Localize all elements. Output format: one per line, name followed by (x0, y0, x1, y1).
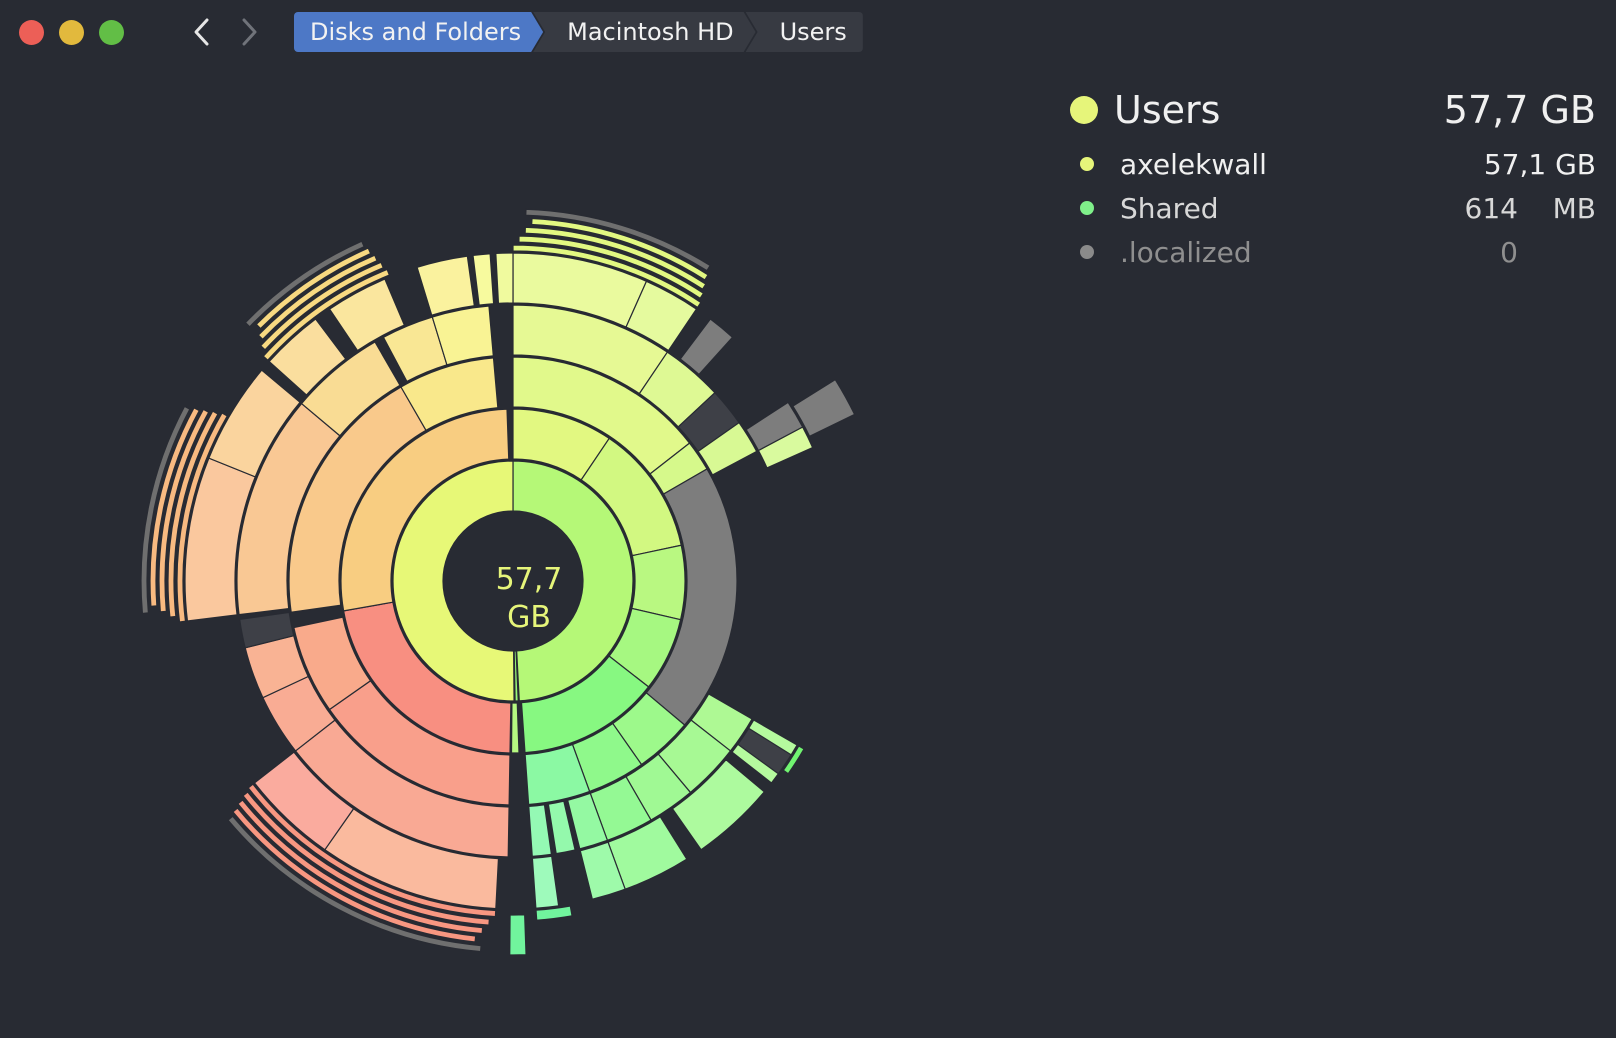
item-unit: MB (1552, 191, 1596, 225)
item-name: axelekwall (1120, 147, 1267, 181)
sunburst-sub-segment[interactable] (509, 914, 527, 956)
breadcrumb-disks-and-folders[interactable]: Disks and Folders (294, 12, 543, 52)
summary-size: 57,7 GB (1443, 88, 1596, 132)
item-size: 0 (1500, 235, 1518, 269)
disk-usage-sunburst[interactable] (0, 60, 900, 1020)
item-size: 614 (1464, 191, 1518, 225)
shared-color-dot (1080, 201, 1094, 215)
zoom-window-button[interactable] (99, 20, 124, 45)
back-button[interactable] (185, 14, 219, 50)
sunburst-segment[interactable] (528, 804, 553, 857)
center-total-value: 57,7 (495, 562, 563, 597)
list-item-shared[interactable]: Shared 614 MB (1070, 186, 1596, 230)
sunburst-segment[interactable] (531, 855, 560, 909)
item-name: .localized (1120, 235, 1252, 269)
axelekwall-color-dot (1080, 157, 1094, 171)
summary-panel: Users 57,7 GB axelekwall 57,1 GB Shared … (1070, 78, 1596, 274)
sunburst-segment[interactable] (631, 544, 686, 621)
chevron-left-icon (194, 18, 209, 46)
close-window-button[interactable] (19, 20, 44, 45)
summary-title: Users (1114, 88, 1221, 132)
item-name: Shared (1120, 191, 1219, 225)
center-total-label: 57,7 GB (469, 561, 589, 637)
minimize-window-button[interactable] (59, 20, 84, 45)
users-color-dot (1070, 96, 1098, 124)
breadcrumb: Disks and Folders Macintosh HD Users (294, 12, 863, 52)
list-item-localized[interactable]: .localized 0 (1070, 230, 1596, 274)
center-total-unit: GB (507, 600, 551, 635)
sunburst-segment[interactable] (472, 253, 495, 306)
list-item-axelekwall[interactable]: axelekwall 57,1 GB (1070, 142, 1596, 186)
item-size: 57,1 GB (1483, 147, 1596, 181)
sunburst-segment[interactable] (416, 255, 475, 316)
breadcrumb-macintosh-hd[interactable]: Macintosh HD (533, 12, 755, 52)
forward-button[interactable] (232, 14, 266, 50)
sunburst-segment[interactable] (495, 252, 514, 305)
breadcrumb-users[interactable]: Users (745, 12, 863, 52)
sunburst-segment-other[interactable] (679, 318, 734, 376)
summary-header[interactable]: Users 57,7 GB (1070, 78, 1596, 142)
sunburst-segment[interactable] (510, 702, 520, 754)
chevron-right-icon (242, 18, 257, 46)
localized-color-dot (1080, 245, 1094, 259)
